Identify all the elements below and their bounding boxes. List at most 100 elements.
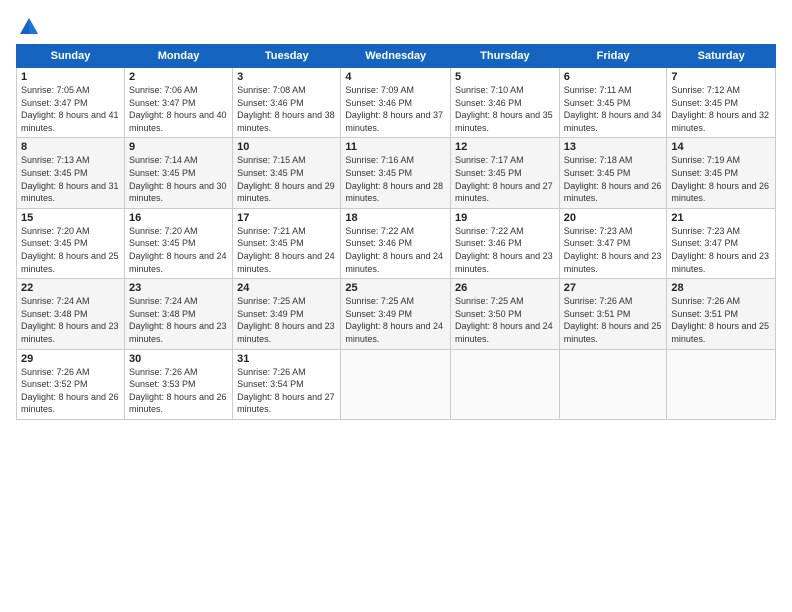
calendar-cell: 1Sunrise: 7:05 AM Sunset: 3:47 PM Daylig…	[17, 68, 125, 138]
weekday-header-sunday: Sunday	[17, 45, 125, 68]
day-number: 10	[237, 141, 336, 153]
day-number: 24	[237, 282, 336, 294]
day-number: 1	[21, 71, 120, 83]
calendar-cell: 18Sunrise: 7:22 AM Sunset: 3:46 PM Dayli…	[341, 208, 451, 278]
day-info: Sunrise: 7:10 AM Sunset: 3:46 PM Dayligh…	[455, 84, 555, 134]
day-info: Sunrise: 7:20 AM Sunset: 3:45 PM Dayligh…	[129, 225, 228, 275]
day-info: Sunrise: 7:19 AM Sunset: 3:45 PM Dayligh…	[671, 154, 771, 204]
calendar-cell: 2Sunrise: 7:06 AM Sunset: 3:47 PM Daylig…	[124, 68, 232, 138]
weekday-row: SundayMondayTuesdayWednesdayThursdayFrid…	[17, 45, 776, 68]
calendar-cell	[451, 349, 560, 419]
calendar-header: SundayMondayTuesdayWednesdayThursdayFrid…	[17, 45, 776, 68]
calendar-body: 1Sunrise: 7:05 AM Sunset: 3:47 PM Daylig…	[17, 68, 776, 420]
calendar-cell	[667, 349, 776, 419]
week-row-1: 1Sunrise: 7:05 AM Sunset: 3:47 PM Daylig…	[17, 68, 776, 138]
logo-triangle-icon	[18, 16, 40, 38]
calendar-table: SundayMondayTuesdayWednesdayThursdayFrid…	[16, 44, 776, 420]
calendar-cell: 13Sunrise: 7:18 AM Sunset: 3:45 PM Dayli…	[559, 138, 667, 208]
day-number: 27	[564, 282, 663, 294]
calendar-cell: 10Sunrise: 7:15 AM Sunset: 3:45 PM Dayli…	[233, 138, 341, 208]
day-info: Sunrise: 7:14 AM Sunset: 3:45 PM Dayligh…	[129, 154, 228, 204]
day-number: 13	[564, 141, 663, 153]
day-info: Sunrise: 7:09 AM Sunset: 3:46 PM Dayligh…	[345, 84, 446, 134]
day-number: 30	[129, 353, 228, 365]
day-number: 25	[345, 282, 446, 294]
week-row-3: 15Sunrise: 7:20 AM Sunset: 3:45 PM Dayli…	[17, 208, 776, 278]
calendar-cell: 15Sunrise: 7:20 AM Sunset: 3:45 PM Dayli…	[17, 208, 125, 278]
day-number: 2	[129, 71, 228, 83]
calendar-cell: 21Sunrise: 7:23 AM Sunset: 3:47 PM Dayli…	[667, 208, 776, 278]
day-number: 26	[455, 282, 555, 294]
day-number: 11	[345, 141, 446, 153]
day-info: Sunrise: 7:21 AM Sunset: 3:45 PM Dayligh…	[237, 225, 336, 275]
page: SundayMondayTuesdayWednesdayThursdayFrid…	[0, 0, 792, 612]
day-info: Sunrise: 7:26 AM Sunset: 3:52 PM Dayligh…	[21, 366, 120, 416]
day-info: Sunrise: 7:23 AM Sunset: 3:47 PM Dayligh…	[671, 225, 771, 275]
day-info: Sunrise: 7:24 AM Sunset: 3:48 PM Dayligh…	[129, 295, 228, 345]
calendar-cell: 23Sunrise: 7:24 AM Sunset: 3:48 PM Dayli…	[124, 279, 232, 349]
calendar-cell: 6Sunrise: 7:11 AM Sunset: 3:45 PM Daylig…	[559, 68, 667, 138]
day-info: Sunrise: 7:20 AM Sunset: 3:45 PM Dayligh…	[21, 225, 120, 275]
day-number: 16	[129, 212, 228, 224]
day-number: 29	[21, 353, 120, 365]
calendar-cell: 20Sunrise: 7:23 AM Sunset: 3:47 PM Dayli…	[559, 208, 667, 278]
day-info: Sunrise: 7:18 AM Sunset: 3:45 PM Dayligh…	[564, 154, 663, 204]
day-info: Sunrise: 7:22 AM Sunset: 3:46 PM Dayligh…	[345, 225, 446, 275]
calendar-cell: 4Sunrise: 7:09 AM Sunset: 3:46 PM Daylig…	[341, 68, 451, 138]
day-number: 8	[21, 141, 120, 153]
day-info: Sunrise: 7:16 AM Sunset: 3:45 PM Dayligh…	[345, 154, 446, 204]
day-info: Sunrise: 7:26 AM Sunset: 3:51 PM Dayligh…	[671, 295, 771, 345]
day-number: 9	[129, 141, 228, 153]
calendar-cell: 29Sunrise: 7:26 AM Sunset: 3:52 PM Dayli…	[17, 349, 125, 419]
day-number: 21	[671, 212, 771, 224]
day-info: Sunrise: 7:23 AM Sunset: 3:47 PM Dayligh…	[564, 225, 663, 275]
day-number: 28	[671, 282, 771, 294]
calendar-cell	[341, 349, 451, 419]
calendar-cell: 26Sunrise: 7:25 AM Sunset: 3:50 PM Dayli…	[451, 279, 560, 349]
day-number: 4	[345, 71, 446, 83]
day-info: Sunrise: 7:17 AM Sunset: 3:45 PM Dayligh…	[455, 154, 555, 204]
day-info: Sunrise: 7:15 AM Sunset: 3:45 PM Dayligh…	[237, 154, 336, 204]
header	[16, 12, 776, 38]
day-info: Sunrise: 7:25 AM Sunset: 3:50 PM Dayligh…	[455, 295, 555, 345]
calendar-cell: 31Sunrise: 7:26 AM Sunset: 3:54 PM Dayli…	[233, 349, 341, 419]
day-number: 31	[237, 353, 336, 365]
calendar-cell: 22Sunrise: 7:24 AM Sunset: 3:48 PM Dayli…	[17, 279, 125, 349]
weekday-header-thursday: Thursday	[451, 45, 560, 68]
day-info: Sunrise: 7:24 AM Sunset: 3:48 PM Dayligh…	[21, 295, 120, 345]
calendar-cell: 11Sunrise: 7:16 AM Sunset: 3:45 PM Dayli…	[341, 138, 451, 208]
day-number: 7	[671, 71, 771, 83]
calendar-cell	[559, 349, 667, 419]
week-row-4: 22Sunrise: 7:24 AM Sunset: 3:48 PM Dayli…	[17, 279, 776, 349]
week-row-2: 8Sunrise: 7:13 AM Sunset: 3:45 PM Daylig…	[17, 138, 776, 208]
calendar-cell: 19Sunrise: 7:22 AM Sunset: 3:46 PM Dayli…	[451, 208, 560, 278]
day-number: 6	[564, 71, 663, 83]
day-number: 3	[237, 71, 336, 83]
calendar-cell: 27Sunrise: 7:26 AM Sunset: 3:51 PM Dayli…	[559, 279, 667, 349]
calendar-cell: 7Sunrise: 7:12 AM Sunset: 3:45 PM Daylig…	[667, 68, 776, 138]
weekday-header-monday: Monday	[124, 45, 232, 68]
day-number: 14	[671, 141, 771, 153]
calendar-cell: 25Sunrise: 7:25 AM Sunset: 3:49 PM Dayli…	[341, 279, 451, 349]
calendar-cell: 9Sunrise: 7:14 AM Sunset: 3:45 PM Daylig…	[124, 138, 232, 208]
day-number: 20	[564, 212, 663, 224]
day-number: 17	[237, 212, 336, 224]
day-info: Sunrise: 7:26 AM Sunset: 3:53 PM Dayligh…	[129, 366, 228, 416]
day-info: Sunrise: 7:06 AM Sunset: 3:47 PM Dayligh…	[129, 84, 228, 134]
logo	[16, 16, 40, 38]
day-info: Sunrise: 7:13 AM Sunset: 3:45 PM Dayligh…	[21, 154, 120, 204]
day-number: 19	[455, 212, 555, 224]
day-info: Sunrise: 7:26 AM Sunset: 3:54 PM Dayligh…	[237, 366, 336, 416]
calendar-cell: 3Sunrise: 7:08 AM Sunset: 3:46 PM Daylig…	[233, 68, 341, 138]
week-row-5: 29Sunrise: 7:26 AM Sunset: 3:52 PM Dayli…	[17, 349, 776, 419]
weekday-header-tuesday: Tuesday	[233, 45, 341, 68]
calendar-cell: 5Sunrise: 7:10 AM Sunset: 3:46 PM Daylig…	[451, 68, 560, 138]
weekday-header-friday: Friday	[559, 45, 667, 68]
day-number: 15	[21, 212, 120, 224]
day-number: 5	[455, 71, 555, 83]
calendar-cell: 28Sunrise: 7:26 AM Sunset: 3:51 PM Dayli…	[667, 279, 776, 349]
weekday-header-saturday: Saturday	[667, 45, 776, 68]
calendar-cell: 12Sunrise: 7:17 AM Sunset: 3:45 PM Dayli…	[451, 138, 560, 208]
calendar-cell: 8Sunrise: 7:13 AM Sunset: 3:45 PM Daylig…	[17, 138, 125, 208]
calendar-cell: 16Sunrise: 7:20 AM Sunset: 3:45 PM Dayli…	[124, 208, 232, 278]
